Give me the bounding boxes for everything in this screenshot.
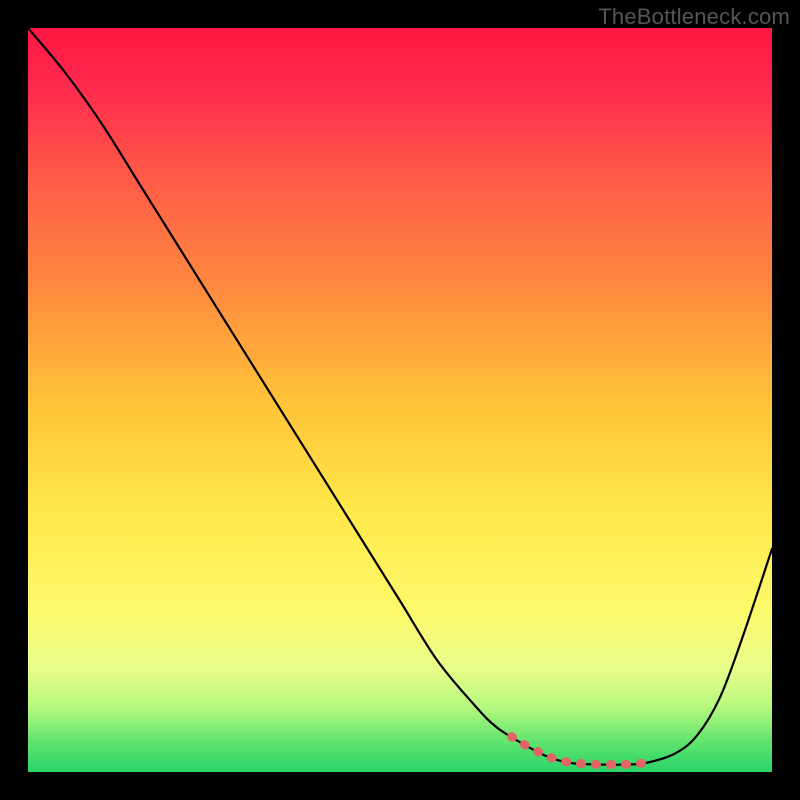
chart-container <box>28 28 772 772</box>
bottleneck-chart <box>28 28 772 772</box>
watermark-text: TheBottleneck.com <box>598 4 790 30</box>
gradient-background <box>28 28 772 772</box>
